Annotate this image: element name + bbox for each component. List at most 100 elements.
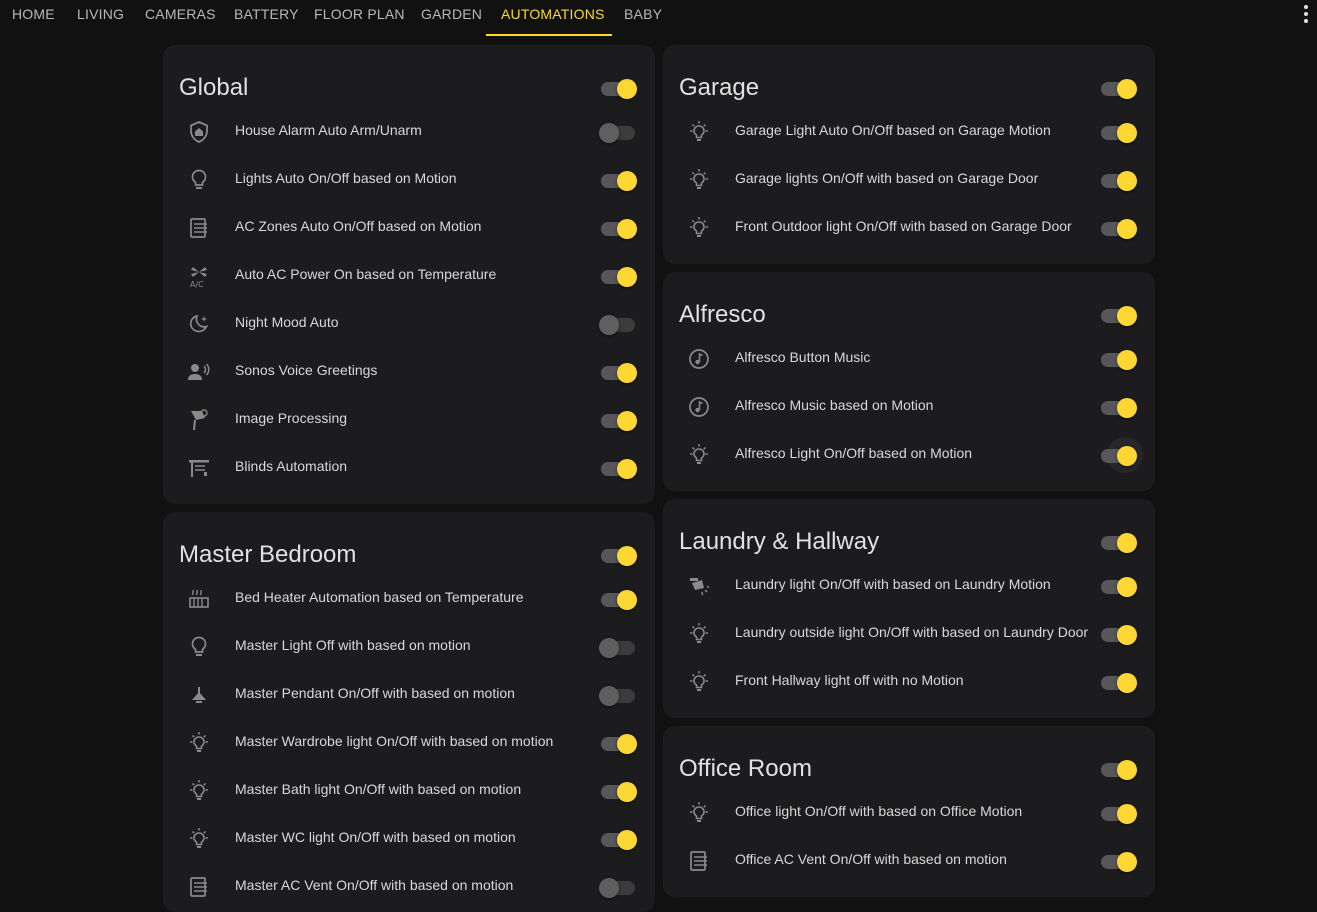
- track-light-icon: [685, 574, 713, 598]
- row-toggle[interactable]: [1099, 395, 1139, 419]
- list-item: Office light On/Off with based on Office…: [663, 789, 1155, 837]
- row-label: House Alarm Auto Arm/Unarm: [235, 122, 422, 138]
- row-label: Front Outdoor light On/Off with based on…: [735, 218, 1072, 234]
- music-circle-icon: [685, 395, 713, 419]
- row-toggle[interactable]: [599, 120, 639, 144]
- list-item: Blinds Automation: [163, 444, 655, 492]
- card-title: Alfresco: [679, 301, 766, 328]
- row-toggle[interactable]: [599, 216, 639, 240]
- air-filter-icon: [185, 875, 213, 899]
- office-master-toggle[interactable]: [1099, 757, 1139, 781]
- list-item: AC Zones Auto On/Off based on Motion: [163, 204, 655, 252]
- card-title: Master Bedroom: [179, 541, 357, 568]
- row-label: Blinds Automation: [235, 458, 348, 474]
- row-label: Master WC light On/Off with based on mot…: [235, 829, 516, 845]
- row-label: Master Bath light On/Off with based on m…: [235, 781, 522, 797]
- list-item: Lights Auto On/Off based on Motion: [163, 156, 655, 204]
- row-toggle[interactable]: [1099, 120, 1139, 144]
- row-toggle[interactable]: [599, 683, 639, 707]
- list-item: Alfresco Light On/Off based on Motion: [663, 431, 1155, 479]
- list-item: Alfresco Music based on Motion: [663, 383, 1155, 431]
- row-toggle[interactable]: [599, 635, 639, 659]
- list-item: Night Mood Auto: [163, 300, 655, 348]
- alfresco-master-toggle[interactable]: [1099, 303, 1139, 327]
- row-toggle[interactable]: [1099, 216, 1139, 240]
- card-title: Office Room: [679, 755, 812, 782]
- tab-automations[interactable]: AUTOMATIONS: [501, 0, 605, 37]
- lightbulb-on-icon: [185, 779, 213, 803]
- row-toggle[interactable]: [1099, 347, 1139, 371]
- lightbulb-on-icon: [185, 827, 213, 851]
- shield-home-icon: [185, 120, 213, 144]
- row-label: Master Light Off with based on motion: [235, 637, 471, 653]
- list-item: Master Bath light On/Off with based on m…: [163, 767, 655, 815]
- row-label: Laundry light On/Off with based on Laund…: [735, 576, 1051, 592]
- row-toggle[interactable]: [599, 875, 639, 899]
- tab-battery[interactable]: BATTERY: [234, 0, 299, 37]
- row-label: Laundry outside light On/Off with based …: [735, 624, 1089, 640]
- row-toggle[interactable]: [1099, 168, 1139, 192]
- row-toggle[interactable]: [599, 587, 639, 611]
- top-tab-bar: HOME LIVING CAMERAS BATTERY FLOOR PLAN G…: [0, 0, 1317, 37]
- list-item: Garage Light Auto On/Off based on Garage…: [663, 108, 1155, 156]
- list-item: Image Processing: [163, 396, 655, 444]
- row-label: Garage Light Auto On/Off based on Garage…: [735, 122, 1051, 138]
- row-toggle[interactable]: [1099, 849, 1139, 873]
- master-bedroom-master-toggle[interactable]: [599, 543, 639, 567]
- row-label: Night Mood Auto: [235, 314, 339, 330]
- global-master-toggle[interactable]: [599, 76, 639, 100]
- row-label: Image Processing: [235, 410, 348, 426]
- tab-living[interactable]: LIVING: [77, 0, 124, 37]
- card-title: Laundry & Hallway: [679, 528, 880, 555]
- row-toggle[interactable]: [1099, 801, 1139, 825]
- list-item: Office AC Vent On/Off with based on moti…: [663, 837, 1155, 885]
- list-item: Front Hallway light off with no Motion: [663, 658, 1155, 706]
- row-toggle[interactable]: [599, 408, 639, 432]
- row-toggle[interactable]: [1099, 574, 1139, 598]
- ceiling-light-icon: [185, 683, 213, 707]
- lightbulb-icon: [185, 635, 213, 659]
- row-label: Garage lights On/Off with based on Garag…: [735, 170, 1039, 186]
- row-toggle[interactable]: [599, 731, 639, 755]
- row-toggle[interactable]: [1099, 437, 1143, 473]
- tab-garden[interactable]: GARDEN: [421, 0, 482, 37]
- row-toggle[interactable]: [599, 264, 639, 288]
- list-item: A/C Auto AC Power On based on Temperatur…: [163, 252, 655, 300]
- row-label: Sonos Voice Greetings: [235, 362, 378, 378]
- row-toggle[interactable]: [599, 456, 639, 480]
- list-item: Front Outdoor light On/Off with based on…: [663, 204, 1155, 252]
- overflow-menu-icon[interactable]: [1296, 4, 1316, 24]
- list-item: Laundry light On/Off with based on Laund…: [663, 562, 1155, 610]
- card-laundry-hallway: Laundry & Hallway Laundry light On/Off w…: [663, 499, 1155, 718]
- air-conditioner-icon: A/C: [185, 264, 213, 288]
- list-item: Master Pendant On/Off with based on moti…: [163, 671, 655, 719]
- laundry-master-toggle[interactable]: [1099, 530, 1139, 554]
- card-master-bedroom: Master Bedroom Bed Heater Automation bas…: [163, 512, 655, 912]
- list-item: Master AC Vent On/Off with based on moti…: [163, 863, 655, 911]
- list-item: Master Wardrobe light On/Off with based …: [163, 719, 655, 767]
- row-label: Master AC Vent On/Off with based on moti…: [235, 877, 514, 893]
- row-toggle[interactable]: [1099, 670, 1139, 694]
- radiator-icon: [185, 587, 213, 611]
- row-label: AC Zones Auto On/Off based on Motion: [235, 218, 482, 234]
- svg-text:A/C: A/C: [190, 280, 204, 288]
- row-toggle[interactable]: [1099, 622, 1139, 646]
- tab-baby[interactable]: BABY: [624, 0, 662, 37]
- air-filter-icon: [685, 849, 713, 873]
- row-label: Master Pendant On/Off with based on moti…: [235, 685, 515, 701]
- row-label: Front Hallway light off with no Motion: [735, 672, 964, 688]
- garage-master-toggle[interactable]: [1099, 76, 1139, 100]
- row-toggle[interactable]: [599, 312, 639, 336]
- tab-home[interactable]: HOME: [12, 0, 55, 37]
- row-toggle[interactable]: [599, 360, 639, 384]
- row-toggle[interactable]: [599, 168, 639, 192]
- account-voice-icon: [185, 360, 213, 384]
- list-item: Alfresco Button Music: [663, 335, 1155, 383]
- lightbulb-on-icon: [685, 670, 713, 694]
- row-toggle[interactable]: [599, 779, 639, 803]
- tab-floor-plan[interactable]: FLOOR PLAN: [314, 0, 405, 37]
- card-title: Garage: [679, 74, 760, 101]
- tab-cameras[interactable]: CAMERAS: [145, 0, 216, 37]
- row-label: Bed Heater Automation based on Temperatu…: [235, 589, 524, 605]
- row-toggle[interactable]: [599, 827, 639, 851]
